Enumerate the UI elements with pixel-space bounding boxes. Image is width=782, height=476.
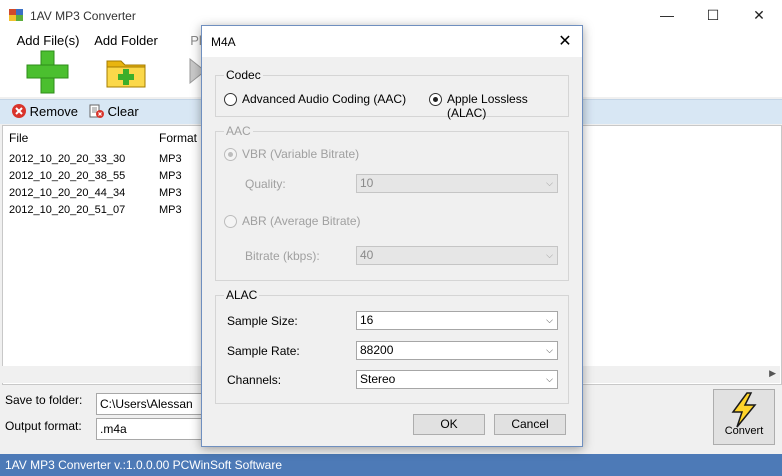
bitrate-value: 40	[360, 248, 374, 262]
save-folder-label: Save to folder:	[5, 393, 83, 407]
output-format-label: Output format:	[5, 419, 82, 433]
row-3-format[interactable]: MP3	[159, 187, 182, 199]
remove-label: Remove	[29, 104, 79, 119]
aac-group: AAC VBR (Variable Bitrate) Quality: 10 ⌵…	[215, 124, 569, 281]
vbr-radio[interactable]	[224, 148, 237, 161]
ok-button[interactable]: OK	[413, 414, 485, 435]
sample-size-label: Sample Size:	[227, 314, 298, 328]
remove-icon	[12, 104, 26, 118]
dialog-titlebar: M4A ✕	[202, 26, 582, 57]
convert-button[interactable]: Convert	[713, 389, 775, 445]
convert-label: Convert	[724, 425, 764, 437]
plus-icon	[26, 50, 69, 94]
output-format-field[interactable]: .m4a	[96, 418, 211, 440]
chevron-down-icon: ⌵	[546, 374, 553, 384]
dialog-close-icon[interactable]: ✕	[548, 26, 582, 57]
row-4-file[interactable]: 2012_10_20_20_51_07	[9, 204, 125, 216]
cancel-button[interactable]: Cancel	[494, 414, 566, 435]
row-2-format[interactable]: MP3	[159, 170, 182, 182]
column-header-format[interactable]: Format	[159, 131, 197, 145]
codec-alac-label[interactable]: Apple Lossless (ALAC)	[447, 92, 568, 120]
chevron-down-icon: ⌵	[546, 315, 553, 325]
vbr-label[interactable]: VBR (Variable Bitrate)	[242, 147, 359, 161]
add-files-button[interactable]: Add File(s)	[12, 33, 84, 98]
add-files-label: Add File(s)	[16, 33, 80, 48]
quality-select[interactable]: 10 ⌵	[356, 174, 558, 193]
app-icon	[9, 9, 23, 21]
channels-select[interactable]: Stereo ⌵	[356, 370, 558, 389]
row-1-format[interactable]: MP3	[159, 153, 182, 165]
codec-aac-label[interactable]: Advanced Audio Coding (AAC)	[242, 92, 406, 106]
channels-label: Channels:	[227, 373, 282, 387]
codec-group: Codec Advanced Audio Coding (AAC) Apple …	[215, 68, 569, 120]
bitrate-select[interactable]: 40 ⌵	[356, 246, 558, 265]
alac-group-label: ALAC	[224, 288, 260, 302]
scroll-right-icon[interactable]: ▶	[769, 368, 776, 379]
row-3-file[interactable]: 2012_10_20_20_44_34	[9, 187, 125, 199]
remove-button[interactable]: Remove	[12, 104, 78, 119]
sample-size-value: 16	[360, 313, 374, 327]
bitrate-label: Bitrate (kbps):	[245, 249, 320, 263]
clear-button[interactable]: Clear	[89, 104, 139, 119]
channels-value: Stereo	[360, 372, 396, 386]
abr-radio[interactable]	[224, 215, 237, 228]
alac-group: ALAC Sample Size: 16 ⌵ Sample Rate: 8820…	[215, 288, 569, 404]
quality-label: Quality:	[245, 177, 286, 191]
lightning-icon	[731, 392, 757, 428]
sample-rate-select[interactable]: 88200 ⌵	[356, 341, 558, 360]
minimize-icon[interactable]: —	[644, 0, 690, 31]
row-1-file[interactable]: 2012_10_20_20_33_30	[9, 153, 125, 165]
quality-value: 10	[360, 176, 374, 190]
aac-group-label: AAC	[224, 124, 253, 138]
add-folder-button[interactable]: Add Folder	[89, 33, 163, 98]
chevron-down-icon: ⌵	[546, 178, 553, 188]
clear-label: Clear	[107, 104, 139, 119]
chevron-down-icon: ⌵	[546, 345, 553, 355]
close-icon[interactable]: ✕	[736, 0, 782, 31]
column-header-file[interactable]: File	[9, 131, 28, 145]
save-folder-field[interactable]: C:\Users\Alessan	[96, 393, 211, 415]
add-folder-label: Add Folder	[94, 33, 158, 48]
sample-rate-value: 88200	[360, 343, 394, 357]
window-title: 1AV MP3 Converter	[30, 9, 136, 23]
status-bar: 1AV MP3 Converter v.:1.0.0.00 PCWinSoft …	[0, 454, 782, 476]
codec-group-label: Codec	[224, 68, 263, 82]
clear-list-icon	[89, 104, 104, 118]
abr-label[interactable]: ABR (Average Bitrate)	[242, 214, 361, 228]
codec-aac-radio[interactable]	[224, 93, 237, 106]
sample-size-select[interactable]: 16 ⌵	[356, 311, 558, 330]
maximize-icon[interactable]: ☐	[690, 0, 736, 31]
codec-alac-radio[interactable]	[429, 93, 442, 106]
sample-rate-label: Sample Rate:	[227, 344, 300, 358]
m4a-dialog: M4A ✕ Codec Advanced Audio Coding (AAC) …	[201, 25, 583, 447]
row-2-file[interactable]: 2012_10_20_20_38_55	[9, 170, 125, 182]
chevron-down-icon: ⌵	[546, 250, 553, 260]
dialog-title: M4A	[211, 35, 236, 49]
folder-add-icon	[106, 60, 146, 88]
row-4-format[interactable]: MP3	[159, 204, 182, 216]
